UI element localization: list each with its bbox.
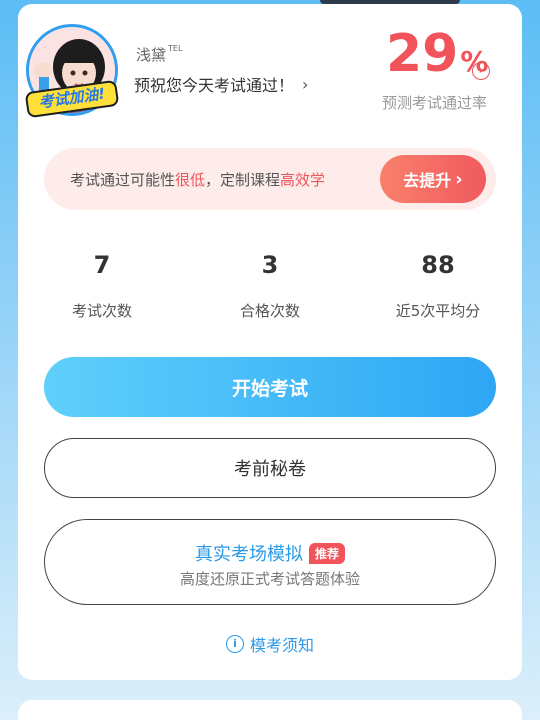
info-icon: i bbox=[225, 635, 244, 653]
banner-text: 考试通过可能性很低，定制课程高效学 bbox=[70, 169, 325, 190]
chevron-right-icon: › bbox=[302, 74, 309, 94]
improve-button-label: 去提升 bbox=[403, 171, 452, 190]
secondary-card bbox=[18, 700, 522, 720]
username: 浅黛 TEL bbox=[136, 44, 182, 65]
mock-exam-button[interactable]: 真实考场模拟 推荐 高度还原正式考试答题体验 bbox=[44, 519, 496, 605]
predict-message[interactable]: 预祝您今天考试通过！ › bbox=[134, 72, 308, 96]
username-text: 浅黛 bbox=[136, 46, 167, 64]
stat-pass-count: 3 合格次数 bbox=[200, 248, 340, 321]
banner-highlight-1: 很低 bbox=[175, 171, 206, 189]
improve-button[interactable]: 去提升 › bbox=[380, 155, 486, 203]
secret-paper-button[interactable]: 考前秘卷 bbox=[44, 438, 496, 498]
pass-rate-value: 29 bbox=[386, 24, 459, 84]
banner-text-2: ，定制课程 bbox=[205, 171, 281, 189]
mock-notice-link[interactable]: i 模考须知 bbox=[0, 632, 540, 656]
stat-exam-count: 7 考试次数 bbox=[32, 248, 172, 321]
stat-average-score: 88 近5次平均分 bbox=[368, 248, 508, 321]
stat-label: 近5次平均分 bbox=[395, 302, 481, 320]
chevron-right-circle-icon[interactable]: › bbox=[472, 62, 490, 80]
stat-value: 88 bbox=[421, 251, 455, 279]
stat-label: 合格次数 bbox=[239, 302, 300, 320]
mock-exam-title: 真实考场模拟 bbox=[194, 544, 303, 565]
username-tag: TEL bbox=[168, 44, 183, 53]
banner-highlight-2: 高效学 bbox=[280, 171, 326, 189]
stat-value: 7 bbox=[93, 251, 111, 279]
mock-exam-subtitle: 高度还原正式考试答题体验 bbox=[179, 570, 360, 588]
stat-value: 3 bbox=[261, 251, 279, 279]
start-exam-button[interactable]: 开始考试 bbox=[44, 357, 496, 417]
stat-label: 考试次数 bbox=[71, 302, 132, 320]
mock-exam-title-row: 真实考场模拟 推荐 bbox=[45, 540, 495, 566]
recommend-badge: 推荐 bbox=[308, 542, 345, 564]
pass-rate-label: 预测考试通过率 bbox=[382, 94, 488, 112]
predict-text: 预祝您今天考试通过！ bbox=[134, 76, 295, 95]
mock-notice-label: 模考须知 bbox=[249, 636, 314, 655]
improve-banner: 考试通过可能性很低，定制课程高效学 去提升 › bbox=[44, 148, 496, 210]
banner-text-1: 考试通过可能性 bbox=[70, 171, 176, 189]
chevron-right-icon: › bbox=[455, 168, 463, 190]
